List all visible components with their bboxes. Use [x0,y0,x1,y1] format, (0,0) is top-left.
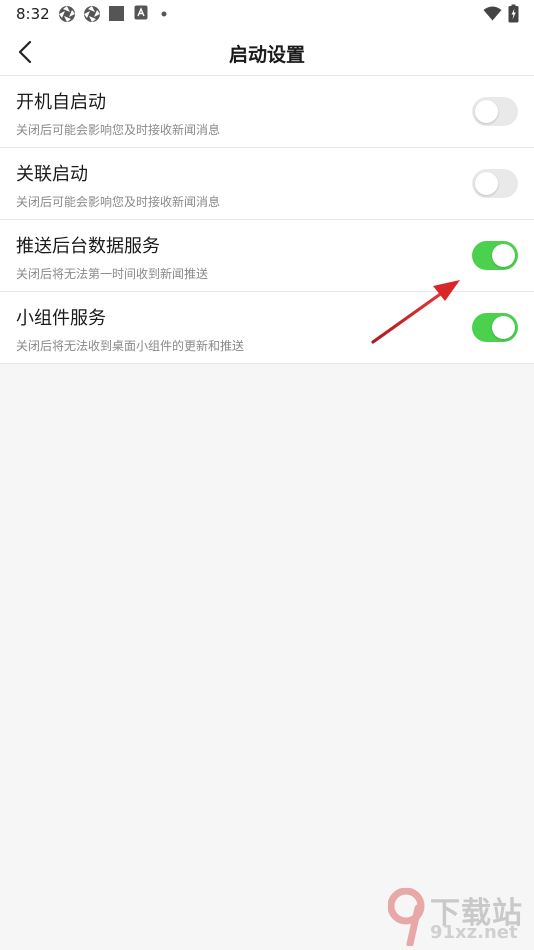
watermark-logo-icon [388,888,425,946]
setting-row-push-background-service: 推送后台数据服务 关闭后将无法第一时间收到新闻推送 [0,220,534,292]
setting-title: 推送后台数据服务 [16,236,160,257]
aperture-icon [59,6,75,22]
status-bar: 8:32 [0,0,534,28]
setting-description: 关闭后可能会影响您及时接收新闻消息 [16,123,221,137]
toggle-knob [492,316,515,339]
app-bar: 启动设置 [0,28,534,76]
setting-row-widget-service: 小组件服务 关闭后将无法收到桌面小组件的更新和推送 [0,292,534,364]
battery-icon [508,4,519,23]
setting-description: 关闭后将无法收到桌面小组件的更新和推送 [16,339,245,353]
setting-row-linked-start: 关联启动 关闭后可能会影响您及时接收新闻消息 [0,148,534,220]
app-icon [134,5,148,20]
wifi-icon [483,6,502,21]
toggle-knob [492,244,515,267]
setting-description: 关闭后将无法第一时间收到新闻推送 [16,267,209,281]
square-icon [109,6,124,21]
setting-title: 开机自启动 [16,92,106,113]
setting-description: 关闭后可能会影响您及时接收新闻消息 [16,195,221,209]
toggle-switch-push-background-service[interactable] [472,241,518,270]
setting-title: 小组件服务 [16,308,106,329]
page-title: 启动设置 [228,44,305,66]
setting-row-boot-autostart: 开机自启动 关闭后可能会影响您及时接收新闻消息 [0,76,534,148]
toggle-switch-linked-start[interactable] [472,169,518,198]
status-time: 8:32 [16,5,50,23]
settings-list: 开机自启动 关闭后可能会影响您及时接收新闻消息 关联启动 关闭后可能会影响您及时… [0,76,534,364]
setting-title: 关联启动 [16,164,88,185]
watermark: 下载站 91xz.net [388,888,530,946]
toggle-knob [475,172,498,195]
aperture-icon [84,6,100,22]
toggle-knob [475,100,498,123]
watermark-domain: 91xz.net [430,922,518,943]
toggle-switch-boot-autostart[interactable] [472,97,518,126]
toggle-switch-widget-service[interactable] [472,313,518,342]
dot-icon [161,11,167,17]
